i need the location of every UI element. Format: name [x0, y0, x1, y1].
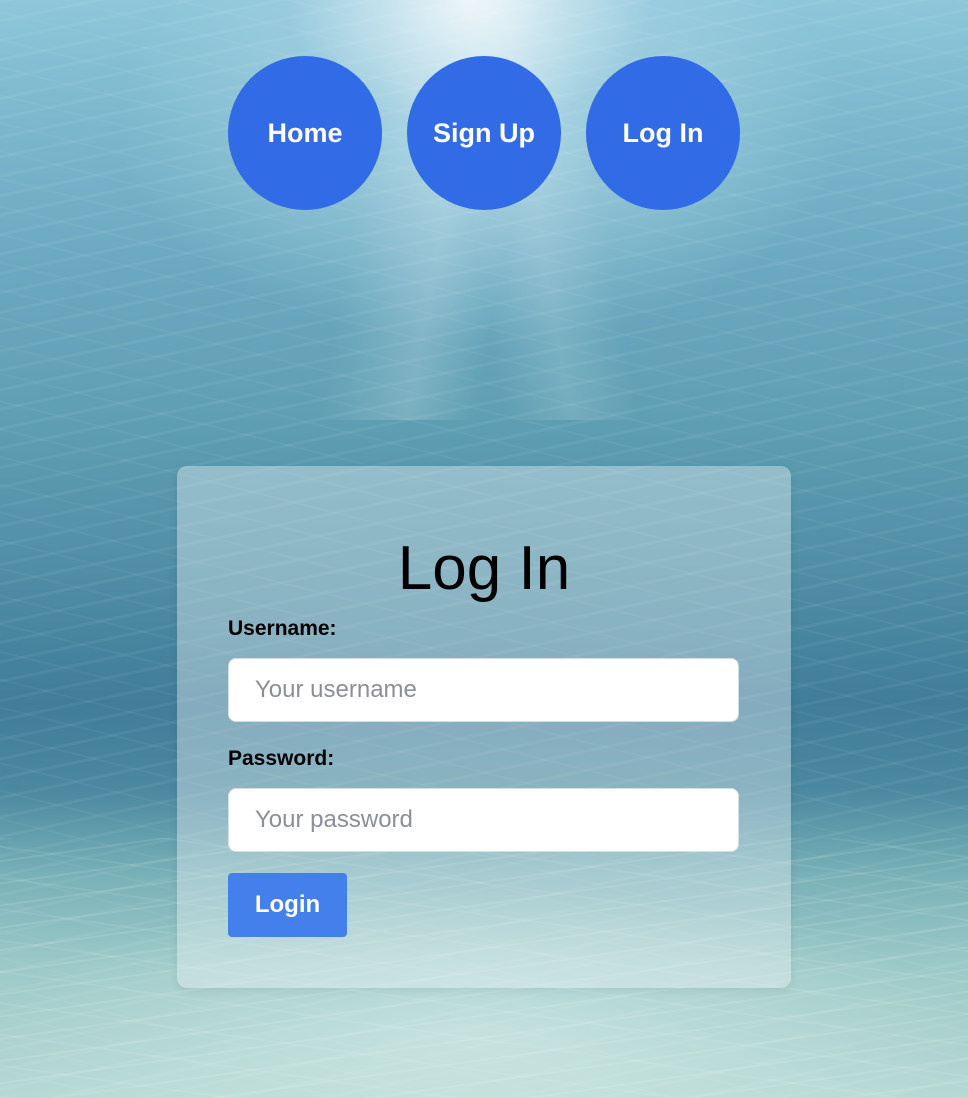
username-input[interactable]: [228, 658, 739, 722]
login-card: Log In Username: Password: Login: [177, 466, 791, 988]
password-label: Password:: [228, 747, 335, 770]
nav-home-button[interactable]: Home: [228, 56, 382, 210]
nav-sign-up-button[interactable]: Sign Up: [407, 56, 561, 210]
main-nav: Home Sign Up Log In: [228, 56, 740, 210]
password-input[interactable]: [228, 788, 739, 852]
login-title: Log In: [397, 534, 571, 603]
username-label: Username:: [228, 617, 337, 640]
login-button[interactable]: Login: [228, 873, 347, 937]
nav-log-in-button[interactable]: Log In: [586, 56, 740, 210]
